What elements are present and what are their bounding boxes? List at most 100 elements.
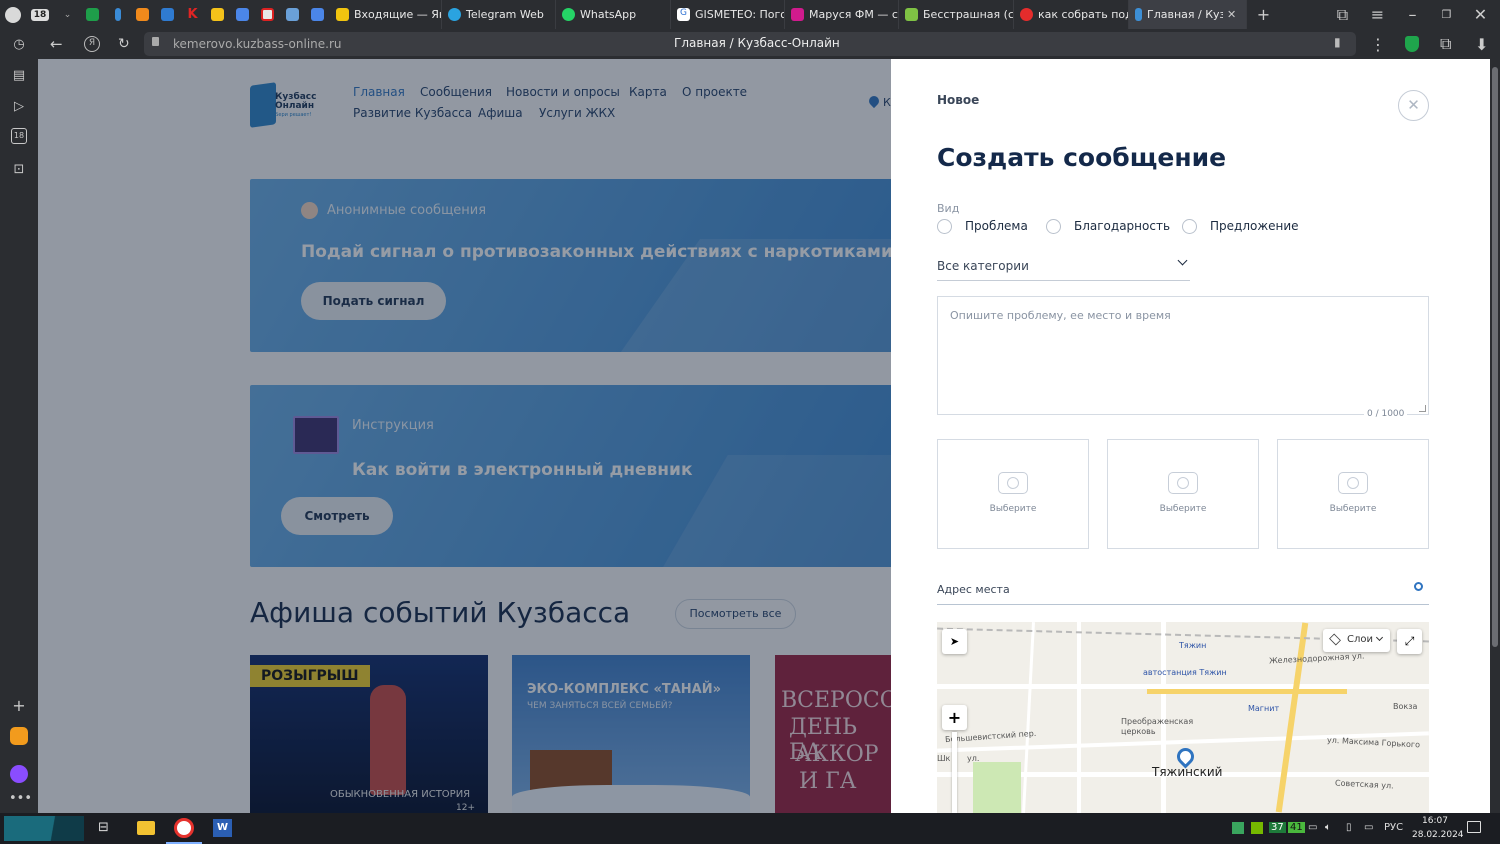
clock-time[interactable]: 16:07 (1422, 816, 1448, 826)
yandex-browser-icon[interactable] (174, 818, 194, 838)
scrollbar-thumb[interactable] (1492, 67, 1498, 647)
tab-yandex-search[interactable]: как собрать подс (1014, 0, 1129, 29)
zoom-in-icon[interactable]: + (942, 705, 967, 730)
clock-date[interactable]: 28.02.2024 (1412, 830, 1464, 840)
browser-menu-icon[interactable] (0, 0, 25, 29)
collections-side-icon[interactable]: ▤ (9, 66, 29, 86)
history-icon[interactable]: ◷ (9, 35, 29, 55)
minimize-icon[interactable]: – (1400, 0, 1425, 29)
tab-blue2-icon[interactable] (305, 0, 330, 29)
tray-counter-2[interactable]: 41 (1288, 822, 1305, 833)
zoom-slider[interactable] (952, 732, 957, 813)
calendar-badge-icon[interactable]: 18 (11, 128, 27, 144)
tab-k-icon[interactable]: K (180, 0, 205, 29)
tab-gismeteo[interactable]: G GISMETEO: Погод (671, 0, 785, 29)
tab-ok-icon[interactable] (130, 0, 155, 29)
photo-upload-3[interactable]: Выберите (1277, 439, 1429, 549)
restore-icon[interactable]: ❐ (1434, 0, 1459, 29)
screenshot-icon[interactable]: ⊡ (9, 160, 29, 180)
tab-duck-icon[interactable] (205, 0, 230, 29)
tab-count-badge[interactable]: 18 (25, 0, 55, 29)
close-icon[interactable]: ✕ (1398, 90, 1429, 121)
tray-app-icon[interactable] (1232, 822, 1244, 834)
locate-icon[interactable]: ➤ (942, 629, 967, 654)
radio-suggestion[interactable] (1182, 219, 1197, 234)
word-icon[interactable]: W (213, 819, 232, 837)
collections-icon[interactable]: ⧉ (1330, 0, 1355, 29)
gismeteo-icon: G (677, 8, 690, 21)
photo-upload-1[interactable]: Выберите (937, 439, 1089, 549)
language-indicator[interactable]: РУС (1384, 822, 1403, 833)
more-vertical-icon[interactable]: ⋮ (1370, 35, 1386, 54)
address-placeholder: Адрес места (937, 583, 1010, 596)
search-icon[interactable] (1414, 582, 1423, 591)
close-window-icon[interactable]: ✕ (1468, 0, 1493, 29)
start-area[interactable] (4, 816, 84, 841)
tab-mail[interactable]: Входящие — Янд (330, 0, 442, 29)
page-scrollbar[interactable] (1490, 59, 1500, 813)
reload-icon[interactable]: ↻ (118, 36, 130, 52)
fullscreen-icon[interactable]: ⤢ (1397, 629, 1422, 654)
tab-marusya[interactable]: Маруся ФМ — с (785, 0, 899, 29)
url-text: kemerovo.kuzbass-online.ru (173, 37, 342, 51)
tray-nvidia-icon[interactable] (1251, 822, 1263, 834)
task-view-icon[interactable]: ⊟ (98, 820, 109, 835)
resize-handle-icon[interactable] (1419, 405, 1426, 412)
add-panel-icon[interactable]: + (9, 696, 29, 716)
tab-title: GISMETEO: Погод (695, 8, 785, 21)
tab-blue-icon[interactable] (230, 0, 255, 29)
description-textarea[interactable]: Опишите проблему, ее место и время (937, 296, 1429, 415)
tray-counter-1[interactable]: 37 (1269, 822, 1286, 833)
new-tab-button[interactable]: + (1251, 0, 1276, 29)
back-icon[interactable]: ← (50, 35, 63, 53)
file-explorer-icon[interactable] (137, 821, 155, 835)
video-icon[interactable]: ▷ (9, 97, 29, 117)
chevron-down-icon[interactable]: ⌄ (55, 0, 80, 29)
map-label-bus: автостанция Тяжин (1143, 668, 1227, 677)
bookmark-icon[interactable]: ▮ (1334, 35, 1341, 49)
tab-whatsapp[interactable]: WhatsApp (556, 0, 671, 29)
close-tab-icon[interactable]: ✕ (1227, 8, 1236, 21)
usb-icon[interactable]: ▯ (1346, 822, 1352, 833)
tab-count-value: 18 (30, 8, 50, 21)
radio-suggestion-label[interactable]: Предложение (1210, 219, 1299, 233)
tab-u-icon[interactable] (280, 0, 305, 29)
shield-icon[interactable] (1405, 36, 1419, 52)
radio-gratitude[interactable] (1046, 219, 1061, 234)
alice-icon[interactable] (10, 765, 28, 783)
more-icon[interactable]: ••• (9, 789, 32, 809)
tab-kino[interactable]: Бесстрашная (се (899, 0, 1014, 29)
radio-gratitude-label[interactable]: Благодарность (1074, 219, 1170, 233)
notifications-icon[interactable] (1467, 821, 1481, 833)
lock-icon (152, 37, 159, 46)
tab-telegram[interactable]: Telegram Web (442, 0, 556, 29)
map[interactable]: Тяжин автостанция Тяжин Железнодорожная … (937, 622, 1429, 813)
volume-icon[interactable]: 🔈︎ (1325, 822, 1331, 833)
panel-title: Создать сообщение (937, 143, 1227, 172)
app-orange-icon[interactable] (10, 727, 28, 745)
chevron-down-icon (1375, 633, 1384, 642)
photo-upload-2[interactable]: Выберите (1107, 439, 1259, 549)
layers-button[interactable]: Слои (1323, 629, 1390, 652)
browser-sidebar: ◷ ▤ ▷ 18 ⊡ + ••• (0, 29, 38, 813)
tab-a-icon[interactable] (255, 0, 280, 29)
display-icon[interactable]: ▭ (1364, 822, 1373, 833)
address-input[interactable]: Адрес места (937, 575, 1429, 605)
category-select[interactable]: Все категории (937, 251, 1190, 281)
modal-backdrop[interactable] (38, 59, 891, 813)
url-field[interactable]: kemerovo.kuzbass-online.ru Главная / Куз… (144, 32, 1356, 56)
hamburger-menu-icon[interactable]: ≡ (1365, 0, 1390, 29)
windows-taskbar: ⊟ W 37 41 ▭ 🔈︎ ▯ ▭ РУС 16:07 28.02.2024 (0, 813, 1500, 844)
network-icon[interactable]: ▭ (1308, 822, 1317, 833)
tab-title: Бесстрашная (се (923, 8, 1014, 21)
radio-problem[interactable] (937, 219, 952, 234)
extensions-icon[interactable]: ⧉ (1440, 34, 1451, 54)
tab-vk-icon[interactable] (155, 0, 180, 29)
radio-problem-label[interactable]: Проблема (965, 219, 1028, 233)
tab-sheets-icon[interactable] (80, 0, 105, 29)
yandex-logo-icon[interactable]: Я (84, 36, 100, 52)
download-icon[interactable]: ⬇ (1475, 35, 1488, 54)
tab-kuzbass-active[interactable]: Главная / Кузб ✕ (1129, 0, 1247, 29)
map-road (1077, 622, 1081, 813)
tab-pin-icon[interactable] (105, 0, 130, 29)
